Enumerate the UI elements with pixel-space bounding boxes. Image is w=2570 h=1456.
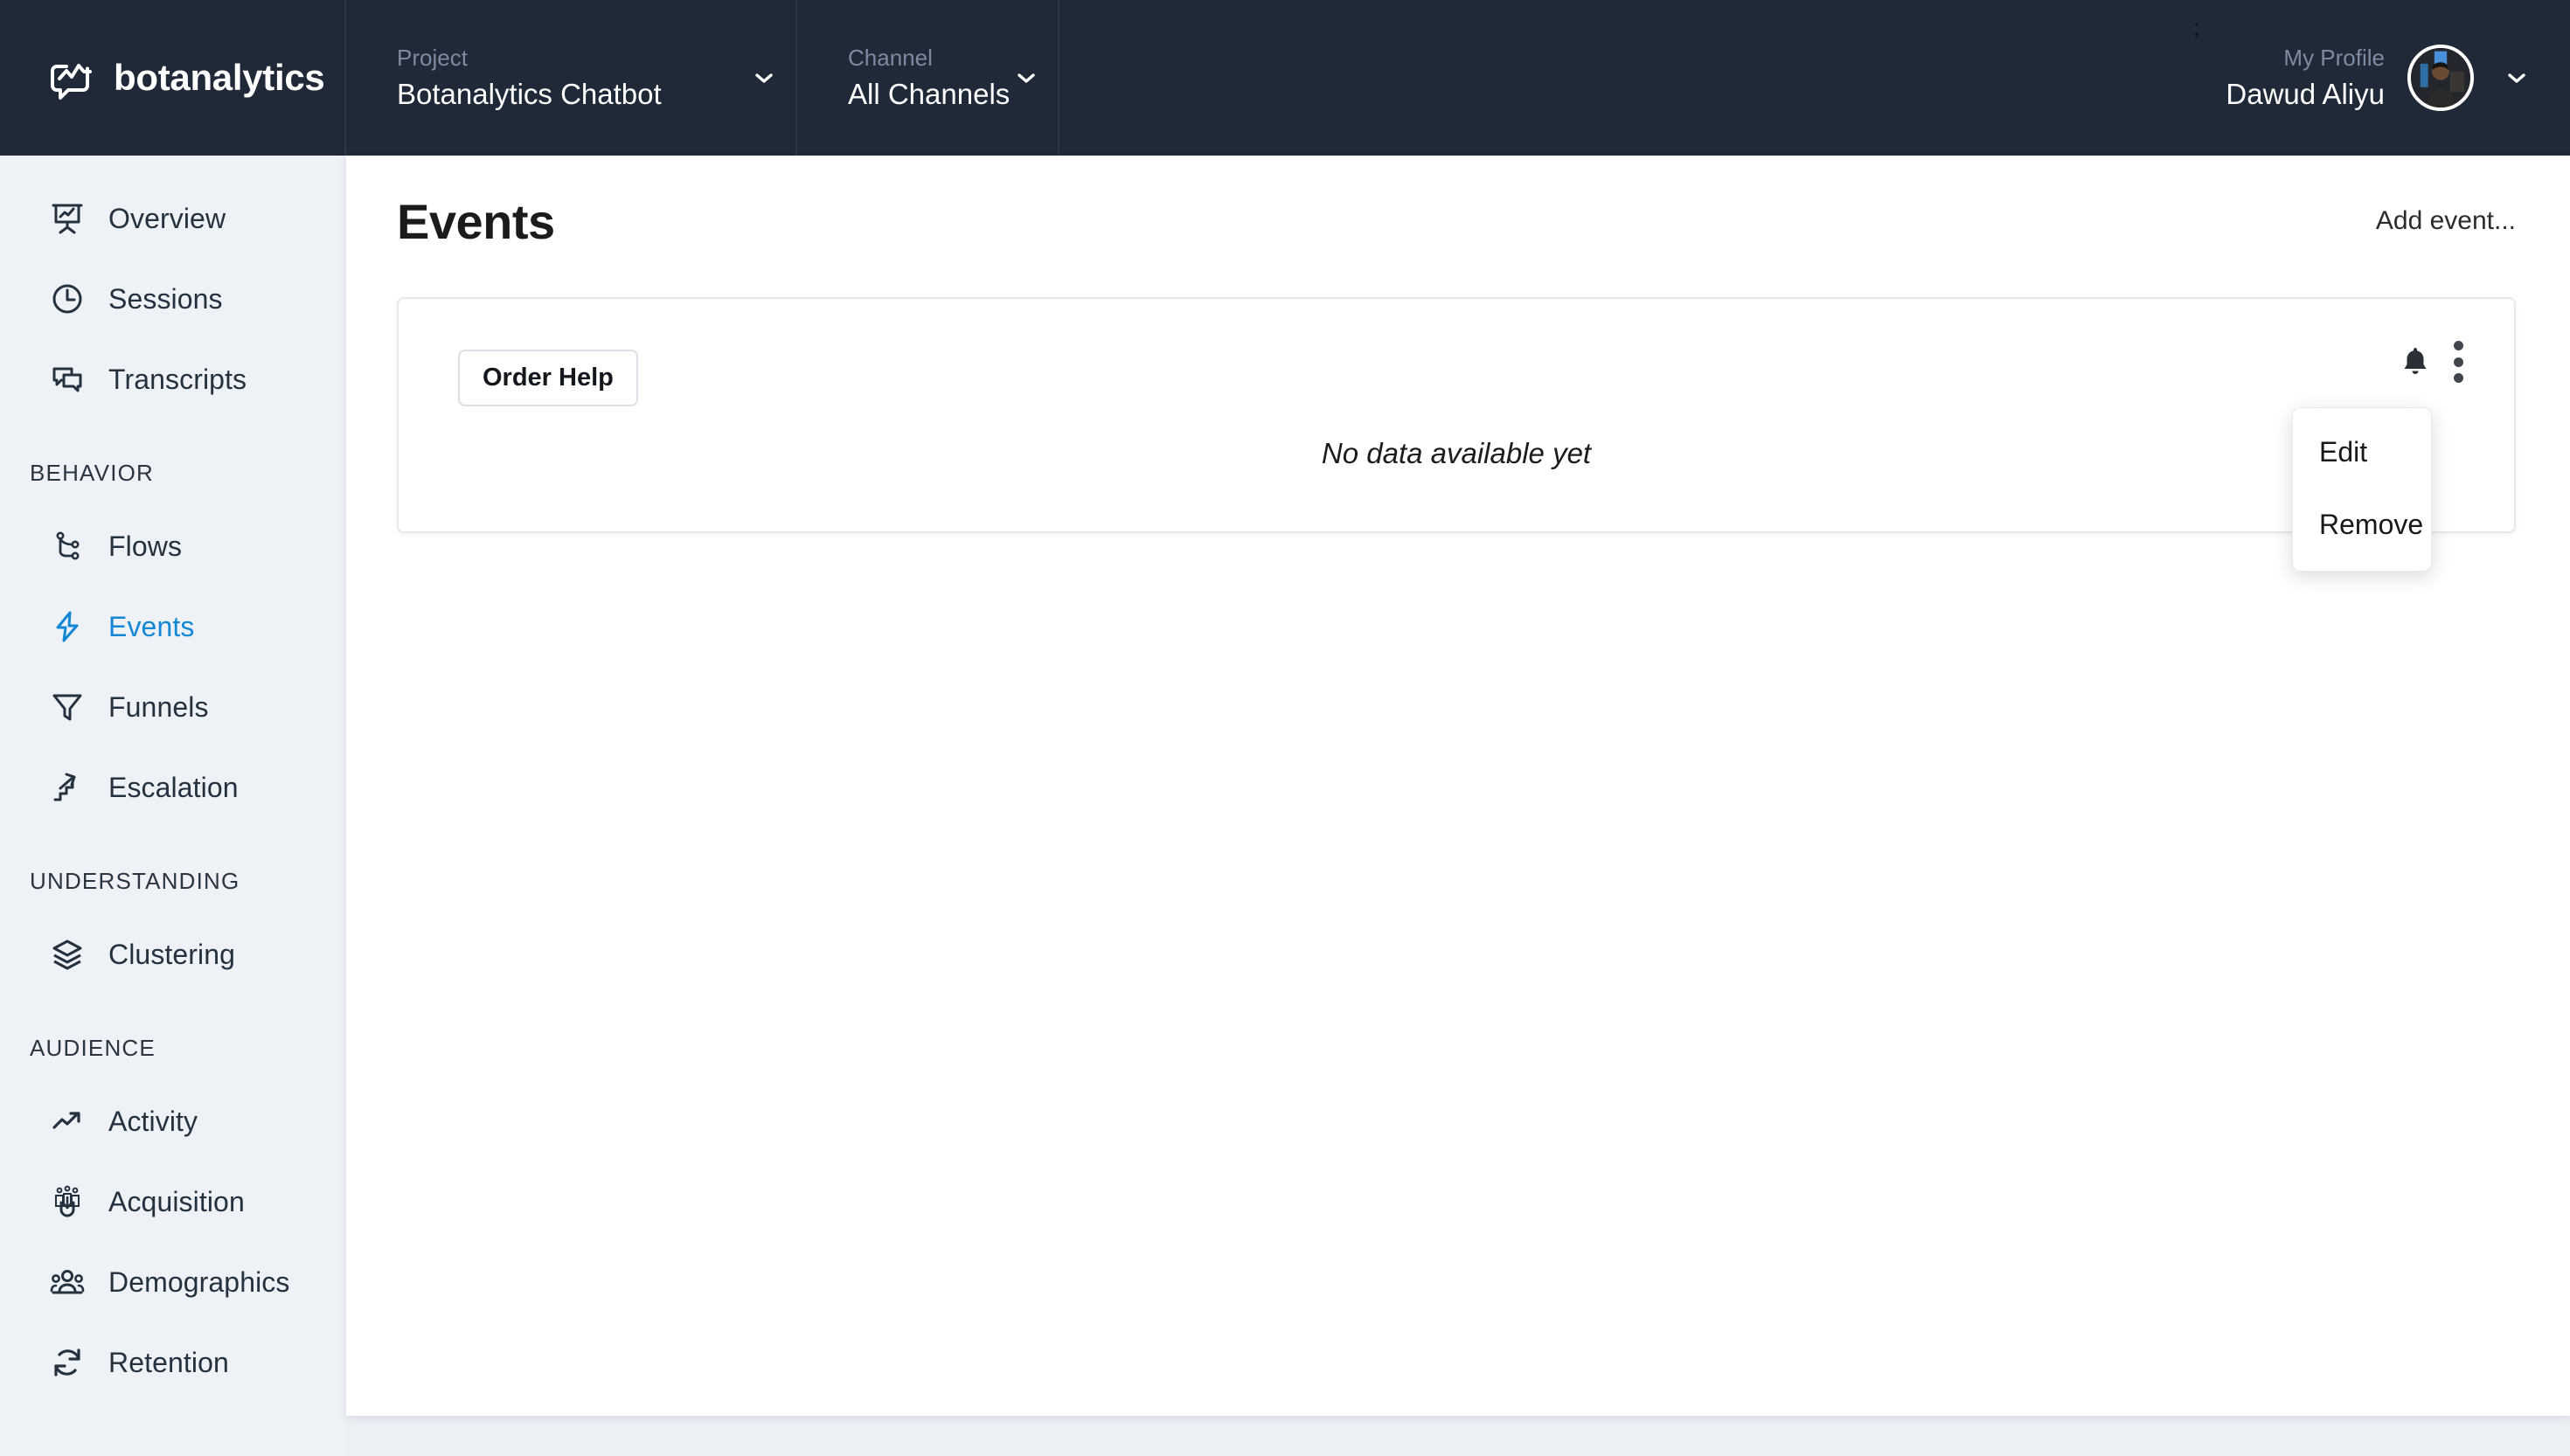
card-actions — [2400, 341, 2463, 383]
sidebar-item-retention[interactable]: Retention — [0, 1322, 346, 1403]
sidebar-item-activity[interactable]: Activity — [0, 1081, 346, 1161]
sidebar-group-understanding-title: UNDERSTANDING — [30, 868, 240, 894]
chat-bubbles-icon — [49, 361, 86, 398]
add-event-button[interactable]: Add event... — [2376, 206, 2516, 236]
sidebar-item-label: Funnels — [108, 690, 209, 723]
channel-selector-label: Channel — [848, 44, 933, 71]
clock-icon — [49, 281, 86, 317]
top-bar-spacer: ; — [1059, 0, 2226, 156]
sidebar: Overview Sessions Transcripts BEHAVIOR F… — [0, 156, 346, 1456]
trend-up-arrow-icon — [49, 1103, 86, 1140]
avatar[interactable] — [2407, 45, 2474, 111]
sidebar-item-label: Retention — [108, 1346, 229, 1378]
sidebar-item-label: Overview — [108, 202, 226, 234]
funnel-icon — [49, 689, 86, 725]
bell-icon[interactable] — [2400, 346, 2430, 378]
sidebar-group-audience-title: AUDIENCE — [30, 1035, 156, 1061]
kebab-dot — [2453, 373, 2463, 383]
sidebar-item-clustering[interactable]: Clustering — [0, 914, 346, 995]
top-bar: botanalytics Project Botanalytics Chatbo… — [0, 0, 2570, 156]
event-name-chip[interactable]: Order Help — [458, 350, 638, 406]
sidebar-item-label: Acquisition — [108, 1185, 245, 1217]
flow-branch-icon — [49, 528, 86, 565]
sidebar-item-acquisition[interactable]: Acquisition — [0, 1161, 346, 1242]
profile-text: My Profile Dawud Aliyu — [2226, 44, 2385, 112]
brand-logo-area[interactable]: botanalytics — [0, 0, 346, 156]
sidebar-item-label: Escalation — [108, 771, 239, 803]
project-selector-value: Botanalytics Chatbot — [397, 78, 662, 111]
sidebar-item-label: Events — [108, 610, 195, 642]
menu-item-remove[interactable]: Remove — [2293, 496, 2431, 553]
profile-menu[interactable]: My Profile Dawud Aliyu — [2226, 0, 2570, 156]
sidebar-item-sessions[interactable]: Sessions — [0, 259, 346, 339]
empty-state-message: No data available yet — [1321, 437, 1592, 469]
channel-selector[interactable]: Channel All Channels — [797, 0, 1059, 156]
lightning-bolt-icon — [49, 608, 86, 645]
sidebar-item-label: Clustering — [108, 938, 236, 970]
kebab-menu-icon[interactable] — [2453, 341, 2463, 383]
kebab-dot — [2453, 357, 2463, 367]
sidebar-item-funnels[interactable]: Funnels — [0, 667, 346, 747]
chevron-down-icon — [1014, 66, 1038, 90]
chevron-down-icon[interactable] — [2504, 65, 2530, 91]
sidebar-item-label: Flows — [108, 530, 183, 562]
sidebar-item-label: Transcripts — [108, 363, 247, 395]
sidebar-item-label: Sessions — [108, 282, 223, 315]
profile-name: Dawud Aliyu — [2226, 78, 2385, 111]
kebab-dot — [2453, 341, 2463, 350]
refresh-cycle-icon — [49, 1344, 86, 1381]
sidebar-item-label: Activity — [108, 1105, 198, 1137]
brand-name: botanalytics — [114, 57, 325, 98]
presentation-chart-icon — [49, 200, 86, 237]
chevron-down-icon — [752, 66, 776, 90]
magnet-people-icon — [49, 1183, 86, 1220]
main-content: Events Add event... Order Help No data a… — [346, 156, 2570, 1416]
project-selector[interactable]: Project Botanalytics Chatbot — [346, 0, 797, 156]
project-selector-label: Project — [397, 44, 468, 71]
sidebar-item-demographics[interactable]: Demographics — [0, 1242, 346, 1322]
profile-label: My Profile — [2283, 44, 2385, 71]
page-header: Events Add event... — [346, 156, 2570, 287]
sidebar-item-overview[interactable]: Overview — [0, 178, 346, 259]
sidebar-item-transcripts[interactable]: Transcripts — [0, 339, 346, 419]
channel-selector-value: All Channels — [848, 78, 1011, 111]
speech-bubble-chart-logo-icon — [49, 56, 94, 100]
menu-item-edit[interactable]: Edit — [2293, 424, 2431, 481]
drag-handle-icon: ; — [2193, 12, 2201, 41]
app-root: botanalytics Project Botanalytics Chatbo… — [0, 0, 2570, 1456]
stairs-arrow-icon — [49, 769, 86, 806]
sidebar-item-label: Demographics — [108, 1265, 290, 1298]
sidebar-item-escalation[interactable]: Escalation — [0, 747, 346, 828]
sidebar-item-events[interactable]: Events — [0, 586, 346, 667]
sidebar-item-flows[interactable]: Flows — [0, 506, 346, 586]
layers-icon — [49, 936, 86, 973]
page-title: Events — [397, 193, 555, 249]
people-group-icon — [49, 1264, 86, 1300]
sidebar-group-behavior-title: BEHAVIOR — [30, 460, 155, 486]
card-context-menu: Edit Remove — [2292, 407, 2432, 572]
event-card: Order Help No data available yet — [397, 297, 2516, 533]
